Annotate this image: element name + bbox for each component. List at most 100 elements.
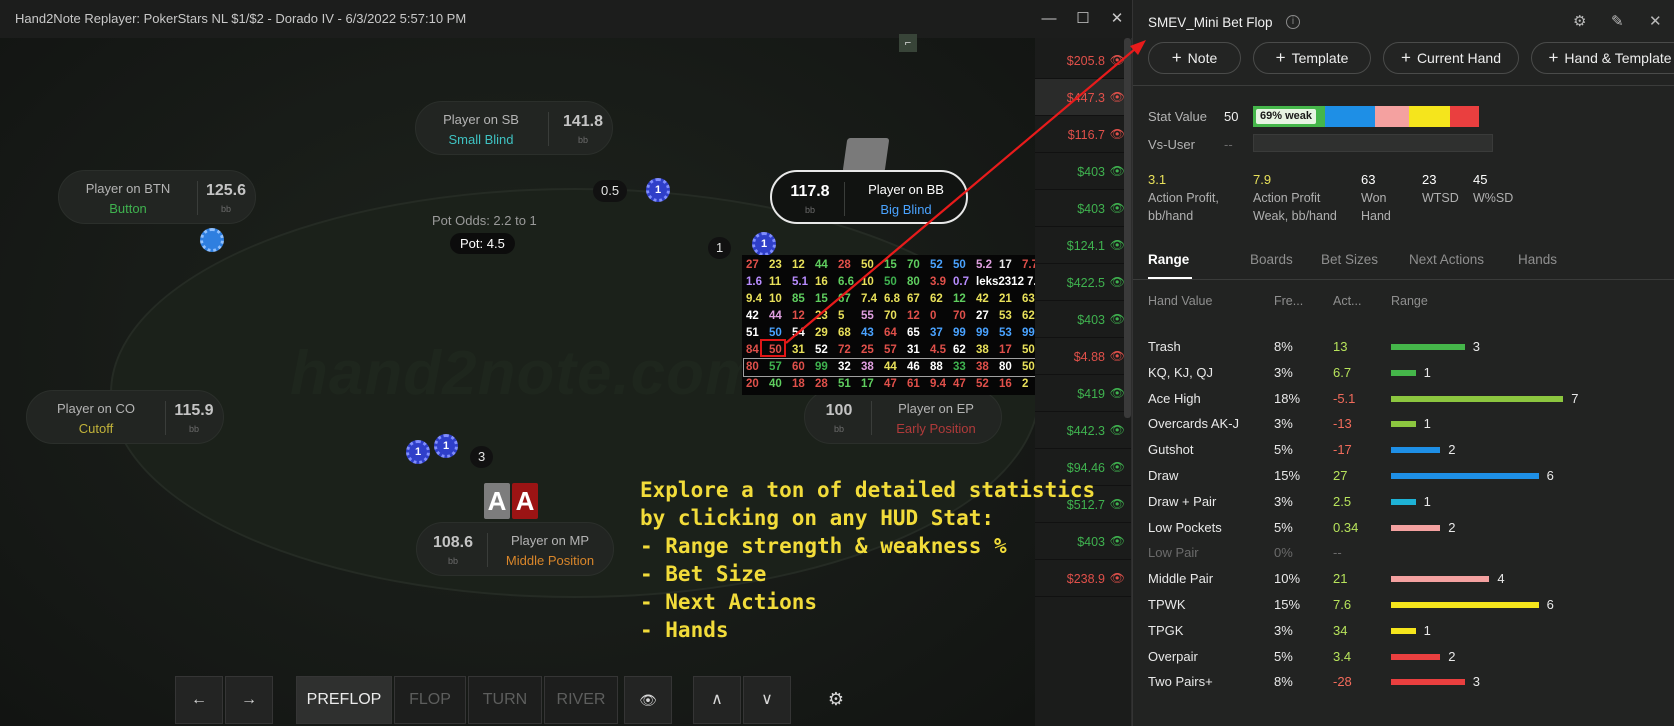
close-icon[interactable]: ✕ [1106, 8, 1128, 30]
gear-icon[interactable]: ⚙ [1573, 12, 1586, 30]
hud-stat[interactable]: 53 [999, 310, 1019, 322]
hud-stat[interactable]: 4.5 [930, 344, 950, 356]
hud-stat[interactable]: 53 [999, 327, 1019, 339]
column-header[interactable]: Act... [1333, 294, 1361, 308]
column-header[interactable]: Hand Value [1148, 294, 1212, 308]
next-button[interactable]: → [225, 676, 273, 724]
table-row[interactable]: Ace High 18% -5.1 7 [1133, 385, 1674, 411]
history-item[interactable]: $442.3 👁 [1035, 412, 1131, 449]
hud-stat[interactable]: 43 [861, 327, 881, 339]
hud-stat[interactable]: 29 [815, 327, 835, 339]
hud-stat[interactable]: 12 [953, 293, 973, 305]
minimize-icon[interactable]: — [1038, 8, 1060, 30]
hud-stat[interactable]: 17 [861, 378, 881, 390]
hud-stat[interactable]: 16 [815, 276, 835, 288]
hud-stat[interactable]: 99 [953, 327, 973, 339]
hud-stat[interactable]: 5.1 [792, 276, 812, 288]
history-item[interactable]: $124.1 👁 [1035, 227, 1131, 264]
hud-stat[interactable]: 9.4 [746, 293, 766, 305]
hud-stat[interactable]: 23 [815, 310, 835, 322]
eye-icon[interactable]: 👁 [1110, 53, 1125, 67]
hud-stat[interactable]: 85 [792, 293, 812, 305]
hud-stat[interactable]: 37 [930, 327, 950, 339]
history-item[interactable]: $403 👁 [1035, 190, 1131, 227]
hud-stat[interactable]: 12 [792, 259, 812, 271]
hud-stat[interactable]: 12 [907, 310, 927, 322]
strength-segment[interactable] [1408, 106, 1450, 127]
hud-stat[interactable]: 10 [861, 276, 881, 288]
seat-ep[interactable]: 100 bb Player on EP Early Position [804, 390, 1002, 444]
hud-stat[interactable]: 28 [838, 259, 858, 271]
table-row[interactable]: Low Pair 0% -- [1133, 539, 1674, 565]
hud-stat[interactable]: 5.2 [976, 259, 996, 271]
eye-icon[interactable]: 👁 [1110, 127, 1125, 141]
stat-item[interactable]: 63 Won Hand [1361, 172, 1391, 225]
table-row[interactable]: Trash 8% 13 3 [1133, 333, 1674, 359]
hud-stat[interactable]: 6.6 [838, 276, 858, 288]
hud-stat[interactable]: 65 [907, 327, 927, 339]
hud-stat[interactable]: 3.9 [930, 276, 950, 288]
hud-stat[interactable]: 47 [884, 378, 904, 390]
hud-stat[interactable]: 44 [769, 310, 789, 322]
hud-stat[interactable]: 1.6 [746, 276, 766, 288]
history-item[interactable]: $205.8 👁 [1035, 42, 1131, 79]
hud-stat[interactable]: 47 [953, 378, 973, 390]
column-header[interactable]: Range [1391, 294, 1428, 308]
hud-stat[interactable]: 52 [930, 259, 950, 271]
hud-stat[interactable]: 9.4 [930, 378, 950, 390]
table-row[interactable]: TPGK 3% 34 1 [1133, 617, 1674, 643]
hud-stat[interactable]: 99 [976, 327, 996, 339]
info-icon[interactable]: i [1286, 15, 1300, 29]
stat-item[interactable]: 3.1 Action Profit, bb/hand [1148, 172, 1219, 225]
eye-icon[interactable]: 👁 [1110, 571, 1125, 585]
hud-stat[interactable]: 17 [999, 344, 1019, 356]
hud-stat[interactable]: 50 [953, 259, 973, 271]
strength-segment[interactable] [1325, 106, 1376, 127]
hud-stat[interactable]: 62 [930, 293, 950, 305]
seat-co[interactable]: Player on CO Cutoff 115.9 bb [26, 390, 224, 444]
history-item[interactable]: $403 👁 [1035, 301, 1131, 338]
hud-stat[interactable]: 51 [838, 378, 858, 390]
history-item[interactable]: $116.7 👁 [1035, 116, 1131, 153]
hud-stat[interactable]: 17 [999, 259, 1019, 271]
up-button[interactable]: ∧ [693, 676, 741, 724]
hud-stat[interactable]: 42 [746, 310, 766, 322]
history-item[interactable]: $422.5 👁 [1035, 264, 1131, 301]
add-current-hand-button[interactable]: + Current Hand [1383, 42, 1519, 74]
table-row[interactable]: Middle Pair 10% 21 4 [1133, 565, 1674, 591]
hud-stat[interactable]: 12 [792, 310, 812, 322]
hud-stat[interactable]: 11 [769, 276, 789, 288]
hud-stat[interactable]: 50 [884, 276, 904, 288]
eye-icon[interactable]: 👁 [1110, 312, 1125, 326]
hud-stat[interactable]: 10 [769, 293, 789, 305]
hud-stat[interactable]: 21 [999, 293, 1019, 305]
history-scrollbar[interactable] [1124, 38, 1131, 418]
hud-stat[interactable]: 67 [838, 293, 858, 305]
hud-stat[interactable]: 80 [907, 276, 927, 288]
seat-bb[interactable]: 117.8 bb Player on BB Big Blind [770, 170, 968, 224]
hud-stat[interactable]: 67 [907, 293, 927, 305]
eye-icon[interactable]: 👁 [1110, 201, 1125, 215]
eye-icon[interactable]: 👁 [1110, 275, 1125, 289]
add-template-button[interactable]: + Template [1253, 42, 1371, 74]
hud-stat[interactable]: 42 [976, 293, 996, 305]
seat-btn[interactable]: Player on BTN Button 125.6 bb [58, 170, 256, 224]
eye-icon[interactable]: 👁 [1110, 423, 1125, 437]
hud-stat[interactable]: 27 [976, 310, 996, 322]
history-item[interactable]: $4.88 👁 [1035, 338, 1131, 375]
maximize-icon[interactable]: ☐ [1072, 8, 1094, 30]
hud-stat[interactable]: 16 [999, 378, 1019, 390]
hud-stat[interactable]: 0.7 [953, 276, 973, 288]
hud-stat[interactable]: 52 [976, 378, 996, 390]
add-note-button[interactable]: + Note [1148, 42, 1241, 74]
stat-item[interactable]: 23 WTSD [1422, 172, 1459, 207]
hud-stat[interactable]: 5 [838, 310, 858, 322]
hud-stat[interactable]: 62 [953, 344, 973, 356]
table-row[interactable]: Overcards AK-J 3% -13 1 [1133, 410, 1674, 436]
tab-next-actions[interactable]: Next Actions [1409, 252, 1484, 267]
hud-stat[interactable]: 68 [838, 327, 858, 339]
river-button[interactable]: RIVER [544, 676, 618, 724]
close-icon[interactable]: ✕ [1649, 12, 1662, 30]
table-row[interactable]: Gutshot 5% -17 2 [1133, 436, 1674, 462]
hud-stat[interactable]: 70 [907, 259, 927, 271]
